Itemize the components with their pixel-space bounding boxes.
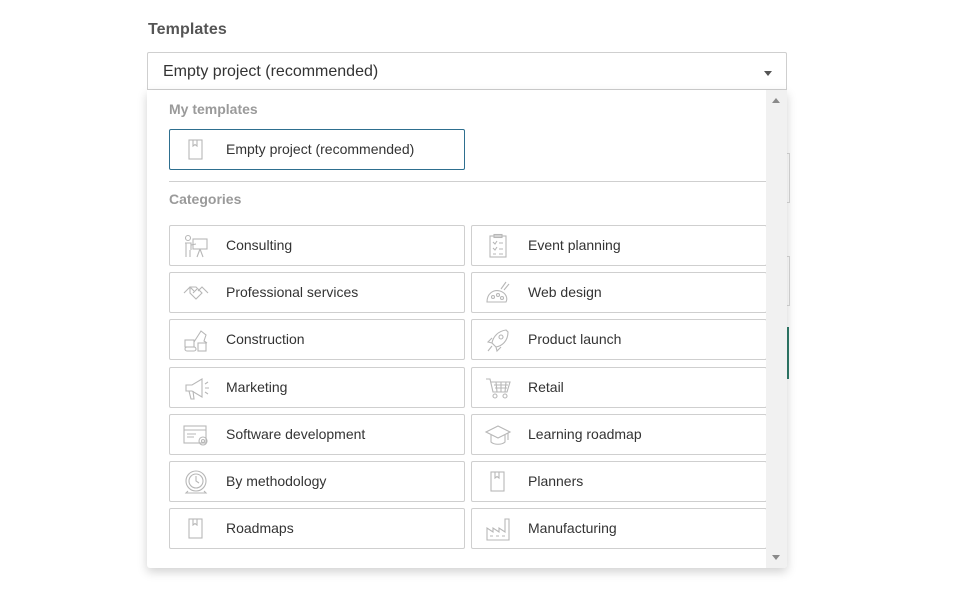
category-label: Consulting	[226, 237, 293, 253]
my-templates-title: My templates	[169, 101, 258, 117]
chevron-down-icon[interactable]	[764, 71, 772, 76]
category-label: By methodology	[226, 473, 327, 489]
category-label: Planners	[528, 473, 584, 489]
dropdown-scrollbar[interactable]	[766, 90, 787, 568]
category-card-consulting[interactable]: Consulting	[169, 225, 465, 266]
category-label: Learning roadmap	[528, 426, 642, 442]
blank-page-icon	[484, 469, 512, 495]
scroll-up-arrow-icon[interactable]	[772, 98, 780, 103]
category-card-software-development[interactable]: Software development	[169, 414, 465, 455]
category-card-planners[interactable]: Planners	[471, 461, 766, 502]
templates-select-value: Empty project (recommended)	[163, 63, 379, 80]
category-card-learning-roadmap[interactable]: Learning roadmap	[471, 414, 766, 455]
category-label: Product launch	[528, 331, 622, 347]
shopping-cart-icon	[484, 375, 512, 401]
blank-page-icon	[182, 516, 210, 542]
templates-dropdown: My templates Empty project (recommended)…	[147, 90, 787, 568]
dropdown-content: My templates Empty project (recommended)…	[147, 90, 766, 568]
category-label: Retail	[528, 379, 564, 395]
scroll-down-arrow-icon[interactable]	[772, 555, 780, 560]
category-card-product-launch[interactable]: Product launch	[471, 319, 766, 360]
background-field	[787, 256, 790, 306]
template-card-label: Empty project (recommended)	[226, 141, 415, 157]
category-card-by-methodology[interactable]: By methodology	[169, 461, 465, 502]
category-card-event-planning[interactable]: Event planning	[471, 225, 766, 266]
category-card-roadmaps[interactable]: Roadmaps	[169, 508, 465, 549]
category-card-manufacturing[interactable]: Manufacturing	[471, 508, 766, 549]
categories-title: Categories	[169, 191, 242, 207]
template-card-empty-project[interactable]: Empty project (recommended)	[169, 129, 465, 170]
presenter-icon	[182, 233, 210, 259]
excavator-icon	[182, 327, 210, 353]
category-label: Software development	[226, 426, 366, 442]
category-card-web-design[interactable]: Web design	[471, 272, 766, 313]
category-card-construction[interactable]: Construction	[169, 319, 465, 360]
templates-label: Templates	[148, 21, 227, 38]
factory-icon	[484, 516, 512, 542]
templates-select[interactable]: Empty project (recommended)	[147, 52, 787, 90]
category-label: Roadmaps	[226, 520, 294, 536]
category-label: Marketing	[226, 379, 288, 395]
timer-icon	[182, 469, 210, 495]
clipboard-checklist-icon	[484, 233, 512, 259]
megaphone-icon	[182, 375, 210, 401]
category-card-professional-services[interactable]: Professional services	[169, 272, 465, 313]
category-card-marketing[interactable]: Marketing	[169, 367, 465, 408]
handshake-icon	[182, 280, 210, 306]
category-label: Professional services	[226, 284, 359, 300]
category-card-retail[interactable]: Retail	[471, 367, 766, 408]
browser-gear-icon	[182, 422, 210, 448]
rocket-icon	[484, 327, 512, 353]
category-label: Construction	[226, 331, 305, 347]
palette-brush-icon	[484, 280, 512, 306]
category-label: Web design	[528, 284, 602, 300]
category-label: Manufacturing	[528, 520, 617, 536]
graduation-cap-icon	[484, 422, 512, 448]
blank-page-icon	[182, 137, 210, 163]
background-accent	[787, 327, 789, 379]
section-divider	[169, 181, 766, 182]
category-label: Event planning	[528, 237, 621, 253]
background-field	[787, 153, 790, 203]
